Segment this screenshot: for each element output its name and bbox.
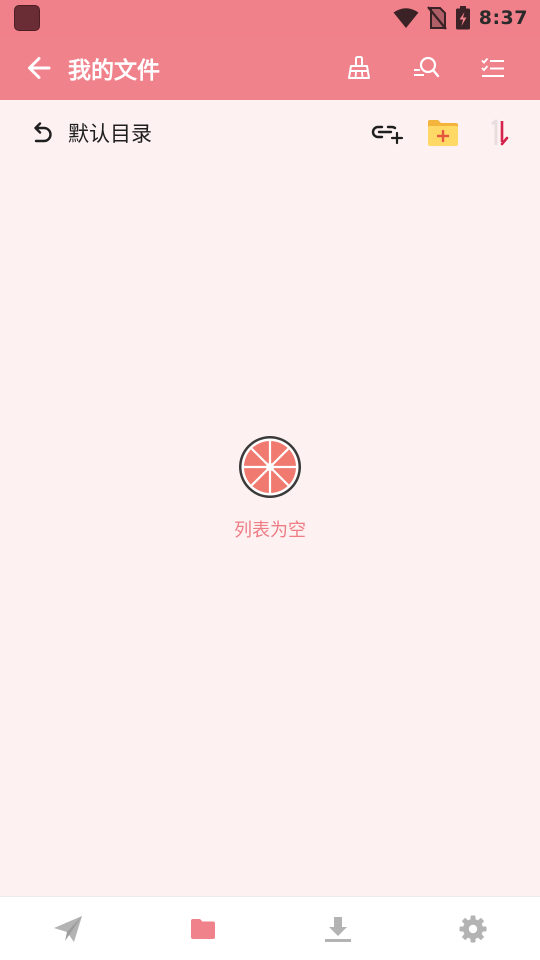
send-icon	[53, 915, 82, 942]
add-link-button[interactable]	[366, 112, 408, 154]
app-notification-icon	[14, 5, 40, 31]
select-mode-button[interactable]	[459, 36, 526, 100]
search-icon	[413, 56, 439, 78]
arrow-left-icon	[28, 57, 51, 79]
clean-button[interactable]	[325, 36, 392, 100]
directory-title: 默认目录	[68, 122, 152, 146]
checklist-icon	[480, 57, 504, 77]
directory-actions	[366, 112, 520, 154]
link-add-icon	[371, 125, 404, 145]
broom-clean-icon	[347, 56, 370, 79]
sort-button[interactable]	[478, 112, 520, 154]
folder-add-icon	[428, 120, 458, 146]
status-icons: 8:37	[393, 6, 528, 30]
app-bar: 我的文件	[0, 36, 540, 100]
nav-item-download[interactable]	[270, 897, 405, 960]
gear-icon	[459, 915, 486, 942]
undo-icon	[34, 122, 52, 143]
wifi-icon	[393, 8, 419, 28]
no-sim-icon	[426, 6, 447, 30]
battery-charging-icon	[455, 6, 470, 30]
bottom-nav	[0, 896, 540, 960]
folder-icon	[190, 918, 215, 939]
back-button[interactable]	[0, 36, 78, 100]
new-folder-button[interactable]	[422, 112, 464, 154]
nav-item-send[interactable]	[0, 897, 135, 960]
nav-item-files[interactable]	[135, 897, 270, 960]
search-button[interactable]	[392, 36, 459, 100]
download-icon	[324, 916, 351, 942]
status-bar: 8:37	[0, 0, 540, 36]
nav-item-settings[interactable]	[405, 897, 540, 960]
page-title: 我的文件	[68, 58, 160, 84]
app-bar-actions	[325, 36, 526, 100]
status-time: 8:37	[478, 7, 528, 29]
sort-icon	[491, 119, 509, 146]
empty-message: 列表为空	[234, 520, 306, 541]
grapefruit-icon	[239, 436, 301, 498]
empty-state: 列表为空	[0, 434, 540, 542]
directory-back-button[interactable]	[22, 113, 62, 153]
directory-bar: 默认目录	[0, 100, 540, 166]
